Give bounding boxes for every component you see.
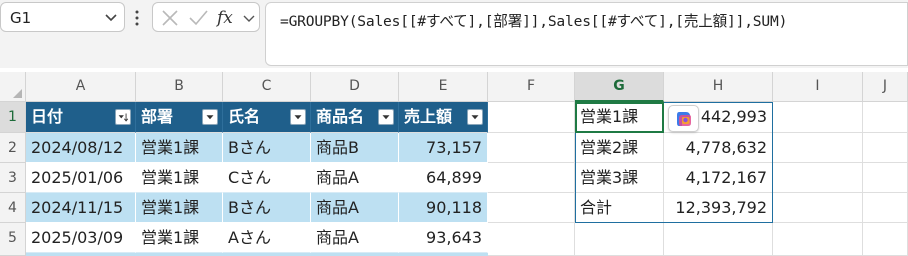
row-header-1[interactable]: 1 xyxy=(0,102,26,133)
table-cell[interactable]: 64,899 xyxy=(399,163,488,193)
column-header-j[interactable]: J xyxy=(863,72,908,102)
table-cell[interactable]: 2024/08/12 xyxy=(26,133,136,163)
name-box[interactable]: G1 xyxy=(0,2,125,32)
svg-text:fx: fx xyxy=(215,8,233,28)
header-label: 商品名 xyxy=(316,107,365,126)
table-cell[interactable]: 営業1課 xyxy=(136,163,223,193)
formula-buttons: fx xyxy=(152,2,260,32)
table-cell[interactable]: 2025/01/06 xyxy=(26,163,136,193)
cancel-x-icon[interactable] xyxy=(159,7,181,29)
empty-cell[interactable] xyxy=(488,163,575,193)
chevron-down-icon[interactable] xyxy=(241,7,257,29)
table-cell[interactable]: 73,157 xyxy=(399,133,488,163)
empty-cell[interactable] xyxy=(863,102,908,133)
fx-icon[interactable]: fx xyxy=(215,7,241,29)
table-cell[interactable]: 商品A xyxy=(311,163,399,193)
column-header-c[interactable]: C xyxy=(223,72,311,102)
empty-cell[interactable] xyxy=(773,163,863,193)
column-header-d[interactable]: D xyxy=(311,72,399,102)
vertical-ellipsis-icon[interactable] xyxy=(134,10,140,26)
table-cell[interactable]: 93,643 xyxy=(399,223,488,253)
column-header-b[interactable]: B xyxy=(136,72,223,102)
column-header-g[interactable]: G xyxy=(575,72,664,102)
filter-dropdown-icon[interactable] xyxy=(378,109,394,125)
table-cell[interactable]: 2025/03/09 xyxy=(26,223,136,253)
table-cell[interactable]: Bさん xyxy=(223,133,311,163)
empty-cell[interactable] xyxy=(773,133,863,163)
empty-cell[interactable] xyxy=(863,223,908,256)
checkmark-icon[interactable] xyxy=(187,7,209,29)
table-header-cell[interactable]: 氏名 xyxy=(223,102,311,133)
copilot-icon xyxy=(677,112,691,126)
sort-filter-icon[interactable] xyxy=(115,109,131,125)
table-cell[interactable]: 営業1課 xyxy=(136,223,223,253)
header-label: 日付 xyxy=(31,107,64,126)
groupby-dept-cell[interactable]: 営業2課 xyxy=(575,133,664,163)
empty-cell[interactable] xyxy=(575,223,664,256)
table-cell[interactable]: Bさん xyxy=(223,193,311,223)
empty-cell[interactable] xyxy=(488,223,575,256)
header-label: 氏名 xyxy=(228,107,261,126)
row-header-4[interactable]: 4 xyxy=(0,193,26,223)
table-header-cell[interactable]: 商品名 xyxy=(311,102,399,133)
column-header-h[interactable]: H xyxy=(664,72,773,102)
groupby-dept-cell[interactable]: 営業1課 xyxy=(575,102,664,133)
groupby-dept-cell[interactable]: 営業3課 xyxy=(575,163,664,193)
empty-cell[interactable] xyxy=(488,193,575,223)
empty-cell[interactable] xyxy=(488,102,575,133)
empty-cell[interactable] xyxy=(488,133,575,163)
table-cell[interactable]: Aさん xyxy=(223,223,311,253)
empty-cell[interactable] xyxy=(863,163,908,193)
filter-dropdown-icon[interactable] xyxy=(202,109,218,125)
table-cell[interactable]: Cさん xyxy=(223,163,311,193)
copilot-button[interactable] xyxy=(668,105,699,132)
empty-cell[interactable] xyxy=(863,193,908,223)
filter-dropdown-icon[interactable] xyxy=(290,109,306,125)
table-header-cell[interactable]: 日付 xyxy=(26,102,136,133)
table-cell[interactable]: 商品A xyxy=(311,193,399,223)
row-header-5[interactable]: 5 xyxy=(0,223,26,256)
table-cell[interactable]: 90,118 xyxy=(399,193,488,223)
table-header-cell[interactable]: 部署 xyxy=(136,102,223,133)
table-cell[interactable]: 営業1課 xyxy=(136,193,223,223)
table-cell[interactable]: 営業1課 xyxy=(136,133,223,163)
groupby-total-cell[interactable]: 4,778,632 xyxy=(664,133,773,163)
column-header-e[interactable]: E xyxy=(399,72,488,102)
formula-bar-area: G1 fx =GROUPBY(Sales[[#すべて],[部署]],Sales[… xyxy=(0,0,908,68)
groupby-total-cell[interactable]: 12,393,792 xyxy=(664,193,773,223)
select-all-corner[interactable] xyxy=(0,72,26,102)
column-header-i[interactable]: I xyxy=(773,72,863,102)
filter-dropdown-icon[interactable] xyxy=(467,109,483,125)
row-header-2[interactable]: 2 xyxy=(0,133,26,163)
row-header-3[interactable]: 3 xyxy=(0,163,26,193)
empty-cell[interactable] xyxy=(664,223,773,256)
formula-text: =GROUPBY(Sales[[#すべて],[部署]],Sales[[#すべて]… xyxy=(280,13,788,30)
column-header-f[interactable]: F xyxy=(488,72,575,102)
formula-input[interactable]: =GROUPBY(Sales[[#すべて],[部署]],Sales[[#すべて]… xyxy=(265,2,908,66)
header-label: 売上額 xyxy=(404,107,453,126)
empty-cell[interactable] xyxy=(863,133,908,163)
table-header-cell[interactable]: 売上額 xyxy=(399,102,488,133)
header-label: 部署 xyxy=(141,107,174,126)
groupby-total-cell[interactable]: 4,172,167 xyxy=(664,163,773,193)
table-cell[interactable]: 2024/11/15 xyxy=(26,193,136,223)
groupby-dept-cell[interactable]: 合計 xyxy=(575,193,664,223)
name-box-value: G1 xyxy=(10,9,32,27)
chevron-down-icon[interactable] xyxy=(102,7,120,27)
empty-cell[interactable] xyxy=(773,102,863,133)
table-cell[interactable]: 商品B xyxy=(311,133,399,163)
table-cell[interactable]: 商品A xyxy=(311,223,399,253)
empty-cell[interactable] xyxy=(773,193,863,223)
empty-cell[interactable] xyxy=(773,223,863,256)
column-header-a[interactable]: A xyxy=(26,72,136,102)
